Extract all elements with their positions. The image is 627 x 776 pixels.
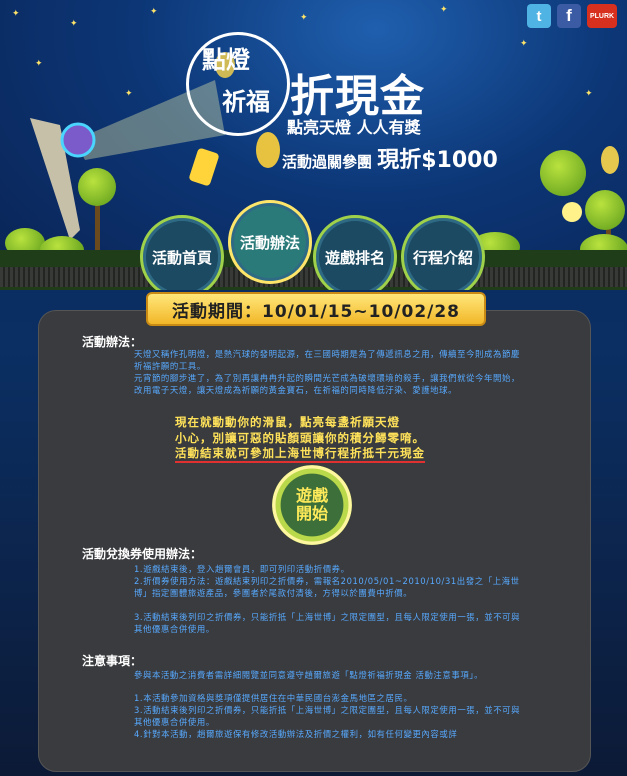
start-game-label-line1: 遊戲 <box>295 486 328 505</box>
nav-home-label: 活動首頁 <box>151 248 212 267</box>
header-promo-prefix: 活動過關參團 <box>282 153 373 171</box>
nav-ranking-button[interactable]: 遊戲排名 <box>313 215 397 290</box>
event-period-label: 活動期間：10/01/15~10/02/28 <box>171 301 461 322</box>
header-subtitle: 點亮天燈 人人有獎 <box>287 118 421 137</box>
notes-item-3: 3.活動結束後列印之折價券，只能折抵「上海世博」之限定團型，且每人限定使用一張，… <box>134 705 521 727</box>
nav-itinerary-button[interactable]: 行程介紹 <box>401 215 485 290</box>
header-promo: 活動過關參團 現折$1000 <box>282 142 498 174</box>
highlight-line-3: 活動結束就可參加上海世博行程折抵千元現金 <box>175 446 425 463</box>
voucher-item-2: 2.折價券使用方法：遊戲結束列印之折價券，需報名2010/05/01~2010/… <box>134 576 520 598</box>
tree-icon <box>585 190 625 230</box>
notes-item-0: 參與本活動之消費者需詳細閱覽並同意遵守趙爾旅遊「點燈祈福折現金 活動注意事項」。 <box>134 670 484 680</box>
nav-rules-button[interactable]: 活動辦法 <box>228 200 312 284</box>
ground-strip <box>0 267 627 287</box>
nav-home-button[interactable]: 活動首頁 <box>140 215 224 290</box>
start-game-button[interactable]: 遊戲 開始 <box>272 465 352 545</box>
tree-icon <box>540 150 586 196</box>
page: ✦ ✦ ✦ ✦ ✦ ✦ ✦ ✦ ✦ t f PLURK 點燈 祈福 折現金 點亮… <box>0 0 627 776</box>
notes-title: 注意事項： <box>82 654 143 668</box>
event-period-banner: 活動期間：10/01/15~10/02/28 <box>146 292 486 326</box>
logo-text-line2: 祈福 <box>222 87 270 116</box>
header-promo-highlight: 現折$1000 <box>377 148 498 173</box>
nav-rules-label: 活動辦法 <box>239 233 300 252</box>
notes-item-1: 1.本活動參加資格與獎項僅提供居住在中華民國台澎金馬地區之居民。 <box>134 693 413 703</box>
start-game-label-line2: 開始 <box>295 504 328 523</box>
logo-text-line1: 點燈 <box>202 45 250 74</box>
rules-paragraph-1: 天燈又稱作孔明燈，是熱汽球的發明起源，在三國時期是為了傳遞訊息之用，傳續至今則成… <box>134 349 520 371</box>
highlight-line-1: 現在就動動你的滑鼠，點亮每盞祈願天燈 <box>175 415 400 429</box>
rules-title: 活動辦法： <box>82 335 143 349</box>
nav-itinerary-label: 行程介紹 <box>412 248 473 267</box>
voucher-title: 活動兌換券使用辦法： <box>82 547 203 561</box>
nav-ranking-label: 遊戲排名 <box>324 248 385 267</box>
start-game-label: 遊戲 開始 <box>296 487 328 523</box>
voucher-item-3: 3.活動結束後列印之折價券，只能折抵「上海世博」之限定團型，且每人限定使用一張，… <box>134 612 521 634</box>
highlight-line-2: 小心，別讓可惡的貼顏頭讓你的積分歸零唷。 <box>175 431 425 445</box>
rules-paragraph-2: 元宵節的腳步進了，為了別再讓冉冉升起的瞬間光芒成為破壞環境的殺手，讓我們就從今年… <box>134 373 520 395</box>
voucher-item-1: 1.遊戲結束後，登入趙爾會員，即可列印活動折價券。 <box>134 564 350 574</box>
header-banner: ✦ ✦ ✦ ✦ ✦ ✦ ✦ ✦ ✦ t f PLURK 點燈 祈福 折現金 點亮… <box>0 0 627 290</box>
tree-icon <box>78 168 116 206</box>
notes-item-4: 4.針對本活動，趙爾旅遊保有修改活動辦法及折價之權利，如有任何變更內容或詳 <box>134 729 458 739</box>
